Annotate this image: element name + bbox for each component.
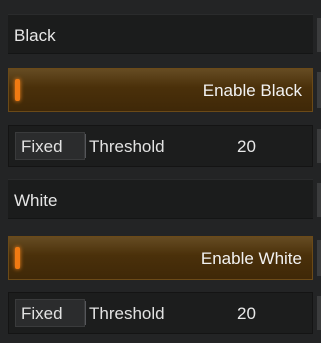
settings-panel: Black Enable Black Fixed Threshold 20 Wh… [0, 0, 321, 343]
scrollbar-track[interactable] [317, 72, 321, 108]
enable-black-label: Enable Black [202, 81, 302, 100]
scrollbar-track[interactable] [317, 240, 321, 276]
scrollbar-track[interactable] [317, 296, 321, 330]
black-fixed-label: Fixed [21, 137, 63, 156]
black-section-header[interactable]: Black [8, 14, 321, 54]
toggle-indicator-icon [15, 79, 20, 101]
enable-white-toggle[interactable]: Enable White [8, 236, 321, 280]
divider [85, 301, 86, 325]
white-fixed-label: Fixed [21, 304, 63, 323]
white-threshold-label: Threshold [89, 304, 165, 323]
white-section-header[interactable]: White [8, 179, 321, 219]
black-threshold-value[interactable]: 20 [237, 137, 256, 157]
enable-white-label: Enable White [200, 249, 302, 268]
white-threshold-value[interactable]: 20 [237, 304, 256, 324]
black-threshold-label: Threshold [89, 137, 165, 156]
black-threshold-row: Fixed Threshold 20 [8, 125, 321, 167]
scrollbar-track[interactable] [317, 129, 321, 163]
enable-black-toggle[interactable]: Enable Black [8, 68, 321, 112]
scrollbar-track[interactable] [317, 18, 321, 52]
divider [85, 134, 86, 158]
white-threshold-row: Fixed Threshold 20 [8, 292, 321, 334]
toggle-indicator-icon [15, 247, 20, 269]
scrollbar-track[interactable] [317, 183, 321, 217]
black-section-title: Black [14, 26, 56, 45]
white-section-title: White [14, 191, 58, 210]
